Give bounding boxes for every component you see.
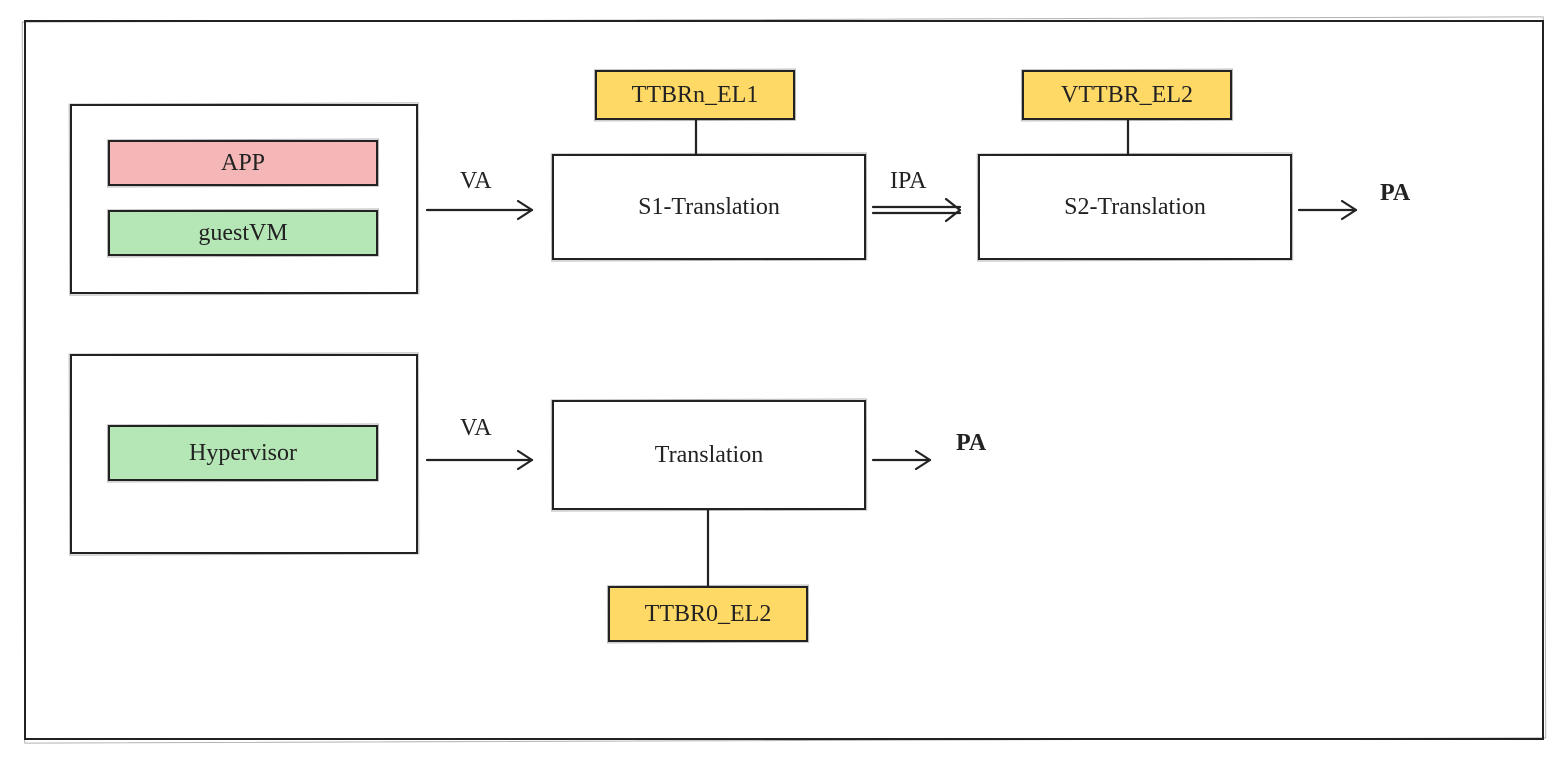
- vttbr-el2-box: VTTBR_EL2: [1022, 70, 1232, 120]
- ttbrn-el1-box: TTBRn_EL1: [595, 70, 795, 120]
- app-label: APP: [221, 150, 265, 177]
- ttbrn-el1-label: TTBRn_EL1: [632, 82, 759, 109]
- guest-stack-group: [70, 104, 418, 294]
- ipa-label: IPA: [890, 168, 926, 195]
- va-label-row1: VA: [460, 168, 492, 195]
- pa-label-row2: PA: [956, 430, 986, 457]
- app-box: APP: [108, 140, 378, 186]
- translation-box: Translation: [552, 400, 866, 510]
- guestvm-label: guestVM: [198, 220, 287, 247]
- hypervisor-label: Hypervisor: [189, 440, 297, 467]
- diagram-canvas: APP guestVM VA TTBRn_EL1 S1-Translation …: [0, 0, 1567, 762]
- s1-translation-box: S1-Translation: [552, 154, 866, 260]
- hypervisor-box: Hypervisor: [108, 425, 378, 481]
- translation-label: Translation: [655, 442, 763, 469]
- s2-translation-label: S2-Translation: [1064, 194, 1206, 221]
- va-label-row2: VA: [460, 415, 492, 442]
- s2-translation-box: S2-Translation: [978, 154, 1292, 260]
- s1-translation-label: S1-Translation: [638, 194, 780, 221]
- pa-label-row1: PA: [1380, 180, 1410, 207]
- ttbr0-el2-box: TTBR0_EL2: [608, 586, 808, 642]
- ttbr0-el2-label: TTBR0_EL2: [645, 601, 772, 628]
- vttbr-el2-label: VTTBR_EL2: [1061, 82, 1193, 109]
- guestvm-box: guestVM: [108, 210, 378, 256]
